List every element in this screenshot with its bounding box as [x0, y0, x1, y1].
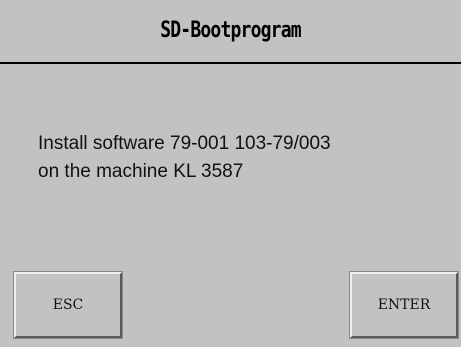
enter-button[interactable]: ENTER [349, 271, 459, 339]
message-line-2: on the machine KL 3587 [38, 161, 244, 182]
esc-button[interactable]: ESC [13, 271, 123, 339]
title-bar: SD-Bootprogram [0, 0, 461, 64]
install-message: Install software 79-001 103-79/003 on th… [38, 130, 438, 186]
boot-screen: SD-Bootprogram Install software 79-001 1… [0, 0, 461, 347]
message-line-1: Install software 79-001 103-79/003 [38, 133, 331, 154]
page-title: SD-Bootprogram [160, 18, 301, 43]
